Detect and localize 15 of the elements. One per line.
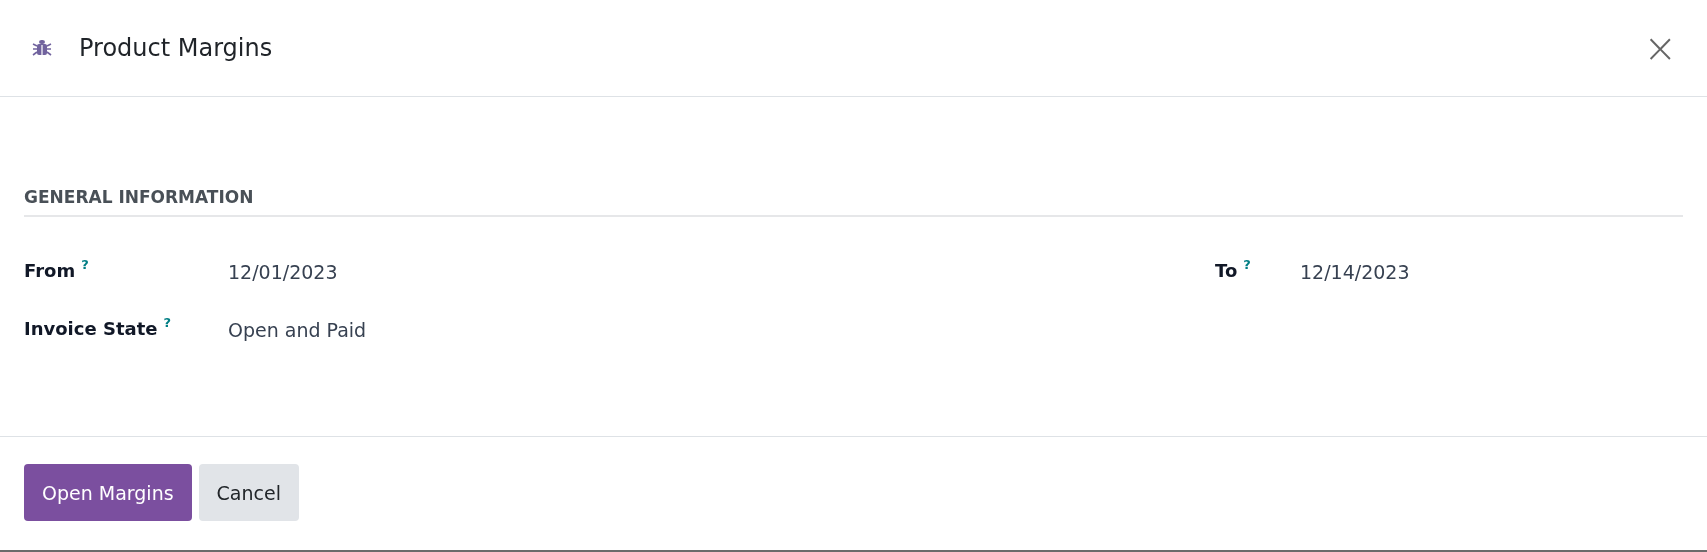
bug-icon [32,38,52,58]
dialog-title: Product Margins [79,34,273,62]
field-label: To [1215,260,1238,281]
open-margins-button[interactable]: Open Margins [24,464,192,521]
help-tooltip[interactable]: ? [1243,257,1251,272]
field-value[interactable]: Open and Paid [228,319,367,341]
close-button[interactable]: × [1637,28,1683,68]
field-label: Invoice State [24,318,158,339]
section-title: GENERAL INFORMATION [24,187,1683,217]
field-label: From [24,260,76,281]
cancel-button[interactable]: Cancel [198,464,299,521]
field-value[interactable]: 12/01/2023 [228,261,338,283]
field-value[interactable]: 12/14/2023 [1300,261,1410,283]
help-tooltip[interactable]: ? [163,315,171,330]
help-tooltip[interactable]: ? [81,257,89,272]
